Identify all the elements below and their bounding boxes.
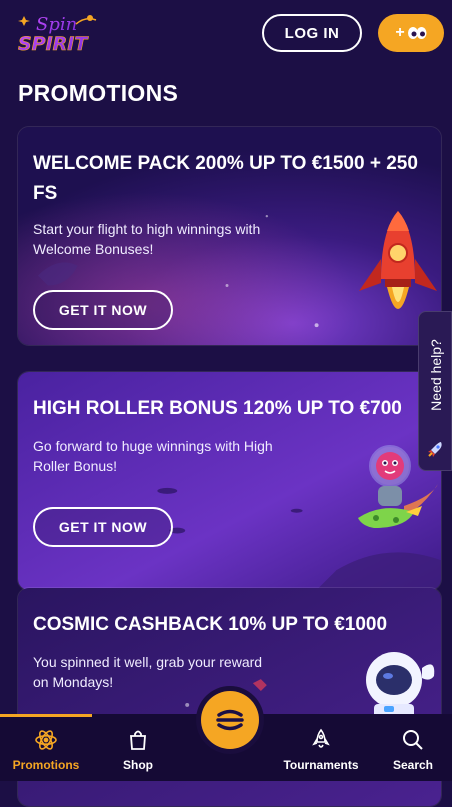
promo-title: WELCOME PACK 200% UP TO €1500 + 250 FS xyxy=(33,153,418,204)
nav-label: Promotions xyxy=(12,758,80,772)
nav-label: Tournaments xyxy=(283,758,359,772)
promo-description: Start your flight to high winnings with … xyxy=(33,221,261,257)
astronaut-illustration xyxy=(366,652,435,718)
search-icon xyxy=(403,730,423,750)
svg-text:SPIRIT: SPIRIT xyxy=(18,33,89,55)
promo-description: Go forward to huge winnings with High Ro… xyxy=(33,438,273,474)
menu-icon xyxy=(216,709,244,731)
promo-title: HIGH ROLLER BONUS 120% UP TO €700 xyxy=(33,398,402,419)
menu-button-inner xyxy=(201,691,259,749)
nav-item-shop[interactable]: Shop xyxy=(108,714,168,781)
get-it-now-button[interactable]: GET IT NOW xyxy=(33,507,173,547)
rocket-icon xyxy=(428,442,442,457)
login-button[interactable]: LOG IN xyxy=(262,14,362,52)
signup-button[interactable]: + xyxy=(378,14,444,52)
spin-spirit-logo[interactable]: Spin SPIRIT xyxy=(16,10,100,56)
menu-button[interactable] xyxy=(196,686,264,754)
get-it-now-button[interactable]: GET IT NOW xyxy=(33,290,173,330)
plus-label: + xyxy=(395,24,405,41)
need-help-label: Need help? xyxy=(428,338,444,411)
atom-icon xyxy=(35,730,57,750)
page-title: PROMOTIONS xyxy=(18,80,179,106)
promo-card-high-roller: HIGH ROLLER BONUS 120% UP TO €700 Go for… xyxy=(17,371,442,591)
promo-card-welcome: WELCOME PACK 200% UP TO €1500 + 250 FS S… xyxy=(17,126,442,346)
promo-title: COSMIC CASHBACK 10% UP TO €1000 xyxy=(33,614,388,635)
nav-item-tournaments[interactable]: Tournaments xyxy=(278,714,364,781)
nav-item-search[interactable]: Search xyxy=(384,714,442,781)
need-help-label-wrap: Need help? xyxy=(419,312,452,437)
need-help-button[interactable]: Need help? xyxy=(418,311,452,471)
nav-label: Search xyxy=(392,758,434,772)
nav-label: Shop xyxy=(123,758,153,772)
rocket-icon xyxy=(312,728,330,748)
eyes-icon xyxy=(407,27,427,39)
svg-text:Spin: Spin xyxy=(36,14,77,35)
header: Spin SPIRIT LOG IN + xyxy=(0,0,452,70)
shopping-bag-icon xyxy=(130,730,146,750)
nav-item-promotions[interactable]: Promotions xyxy=(8,714,84,781)
